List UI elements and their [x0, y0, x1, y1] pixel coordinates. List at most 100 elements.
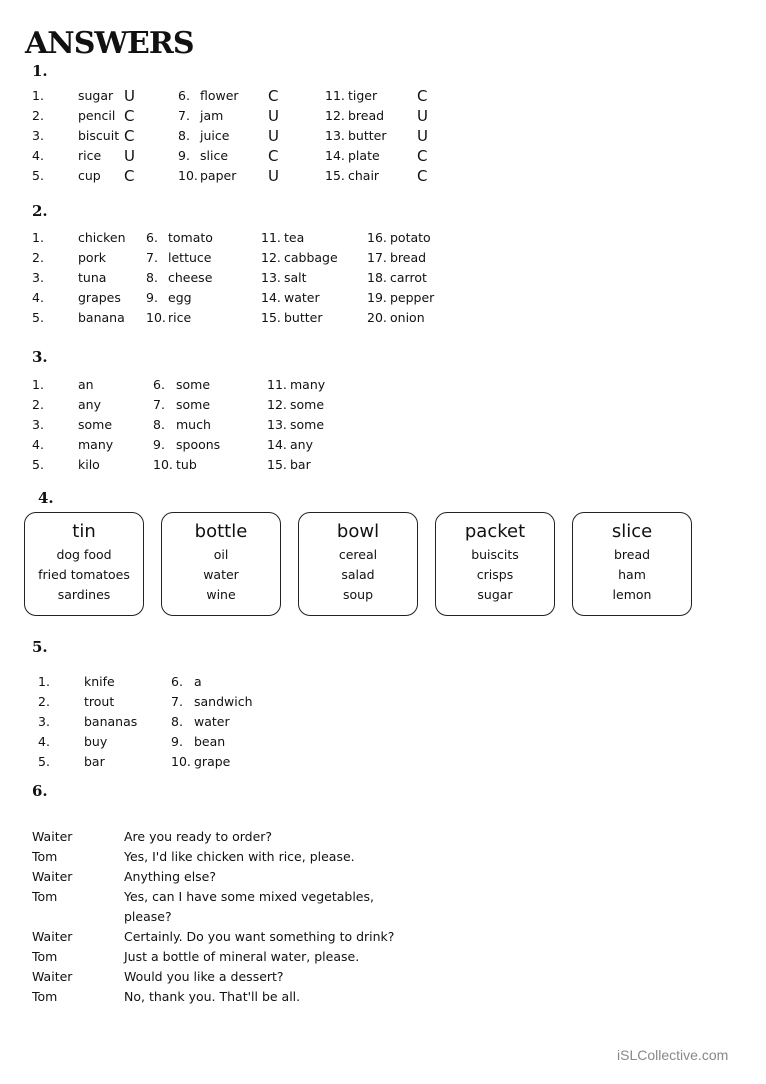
dialogue-line: Waiter Would you like a dessert?	[32, 967, 452, 987]
dialogue-text: please?	[124, 909, 172, 924]
box-item: cereal	[338, 547, 378, 562]
dialogue-text: Just a bottle of mineral water, please.	[124, 949, 360, 964]
answer-number: 10.	[153, 457, 173, 472]
answer-number: 14.	[267, 437, 287, 452]
box-item: crisps	[476, 567, 514, 582]
answer-word: some	[176, 377, 211, 392]
answer-row: 15. bar	[267, 455, 467, 475]
answer-number: 6.	[178, 88, 190, 103]
answer-word: jam	[200, 108, 224, 123]
answer-number: 17.	[367, 250, 387, 265]
container-box-bottle: bottle oil water wine	[161, 512, 281, 616]
countable-mark: C	[417, 147, 428, 165]
answer-number: 9.	[178, 148, 190, 163]
answer-word: many	[78, 437, 114, 452]
answer-word: rice	[168, 310, 192, 325]
answer-row: 19. pepper	[367, 288, 567, 308]
page-title: ANSWERS	[25, 26, 195, 61]
answer-number: 4.	[32, 437, 44, 452]
speaker-name: Tom	[32, 849, 58, 864]
answer-word: bar	[290, 457, 311, 472]
dialogue-text: Anything else?	[124, 869, 216, 884]
answer-word: banana	[78, 310, 125, 325]
answer-word: butter	[348, 128, 387, 143]
speaker-name: Tom	[32, 949, 58, 964]
answer-number: 18.	[367, 270, 387, 285]
section-2-heading: 2.	[32, 202, 48, 220]
answer-word: pencil	[78, 108, 116, 123]
box-item: water	[203, 567, 239, 582]
answer-word: juice	[200, 128, 230, 143]
countable-mark: U	[417, 107, 428, 125]
answer-word: salt	[284, 270, 307, 285]
answer-word: some	[176, 397, 211, 412]
answer-word: a	[194, 674, 202, 689]
answer-word: tub	[176, 457, 197, 472]
container-box-bowl: bowl cereal salad soup	[298, 512, 418, 616]
answer-word: plate	[348, 148, 380, 163]
answer-word: much	[176, 417, 211, 432]
answer-word: flower	[200, 88, 239, 103]
dialogue-text: Are you ready to order?	[124, 829, 273, 844]
answer-word: trout	[84, 694, 115, 709]
answer-number: 7.	[153, 397, 165, 412]
answer-number: 7.	[178, 108, 190, 123]
answer-number: 2.	[32, 108, 44, 123]
countable-mark: C	[124, 127, 135, 145]
box-item: bread	[613, 547, 651, 562]
answer-row: 17. bread	[367, 248, 567, 268]
footer-watermark: iSLCollective.com	[617, 1047, 729, 1063]
answer-word: butter	[284, 310, 323, 325]
speaker-name: Waiter	[32, 869, 73, 884]
dialogue-text: Yes, I'd like chicken with rice, please.	[124, 849, 355, 864]
answer-number: 8.	[146, 270, 158, 285]
answer-word: slice	[200, 148, 229, 163]
box-heading: slice	[611, 521, 653, 542]
answer-word: bananas	[84, 714, 138, 729]
answer-number: 9.	[153, 437, 165, 452]
answer-word: bread	[390, 250, 427, 265]
countable-mark: U	[124, 87, 135, 105]
answer-word: pork	[78, 250, 106, 265]
answer-number: 10.	[171, 754, 191, 769]
answer-number: 1.	[38, 674, 50, 689]
answer-number: 8.	[171, 714, 183, 729]
answer-number: 15.	[267, 457, 287, 472]
answer-number: 4.	[38, 734, 50, 749]
answer-word: chair	[348, 168, 380, 183]
answer-word: tea	[284, 230, 305, 245]
box-item: buiscits	[471, 547, 519, 562]
countable-mark: C	[268, 147, 279, 165]
answer-word: spoons	[176, 437, 221, 452]
box-item: soup	[342, 587, 374, 602]
box-heading: bowl	[336, 521, 380, 542]
section-5-heading: 5.	[32, 638, 48, 656]
box-item: sugar	[477, 587, 513, 602]
dialogue-text: Would you like a dessert?	[124, 969, 284, 984]
answer-number: 12.	[267, 397, 287, 412]
answer-number: 7.	[171, 694, 183, 709]
answer-word: many	[290, 377, 326, 392]
countable-mark: U	[124, 147, 135, 165]
answer-number: 11.	[267, 377, 287, 392]
box-item: ham	[618, 567, 646, 582]
answer-number: 11.	[325, 88, 345, 103]
section-6-heading: 6.	[32, 782, 48, 800]
answer-word: cup	[78, 168, 101, 183]
answer-number: 9.	[146, 290, 158, 305]
answer-number: 13.	[325, 128, 345, 143]
answer-row: 16. potato	[367, 228, 567, 248]
dialogue-text: No, thank you. That'll be all.	[124, 989, 301, 1004]
answer-number: 2.	[32, 397, 44, 412]
answer-word: sugar	[78, 88, 114, 103]
answer-row: 13. some	[267, 415, 467, 435]
answer-number: 3.	[32, 128, 44, 143]
answer-word: egg	[168, 290, 192, 305]
answer-row: 20. onion	[367, 308, 567, 328]
answer-row: 15. chair C	[325, 166, 525, 186]
answer-word: potato	[390, 230, 431, 245]
answer-word: tiger	[348, 88, 378, 103]
countable-mark: U	[268, 127, 279, 145]
box-item: fried tomatoes	[38, 567, 130, 582]
box-heading: tin	[72, 521, 96, 542]
